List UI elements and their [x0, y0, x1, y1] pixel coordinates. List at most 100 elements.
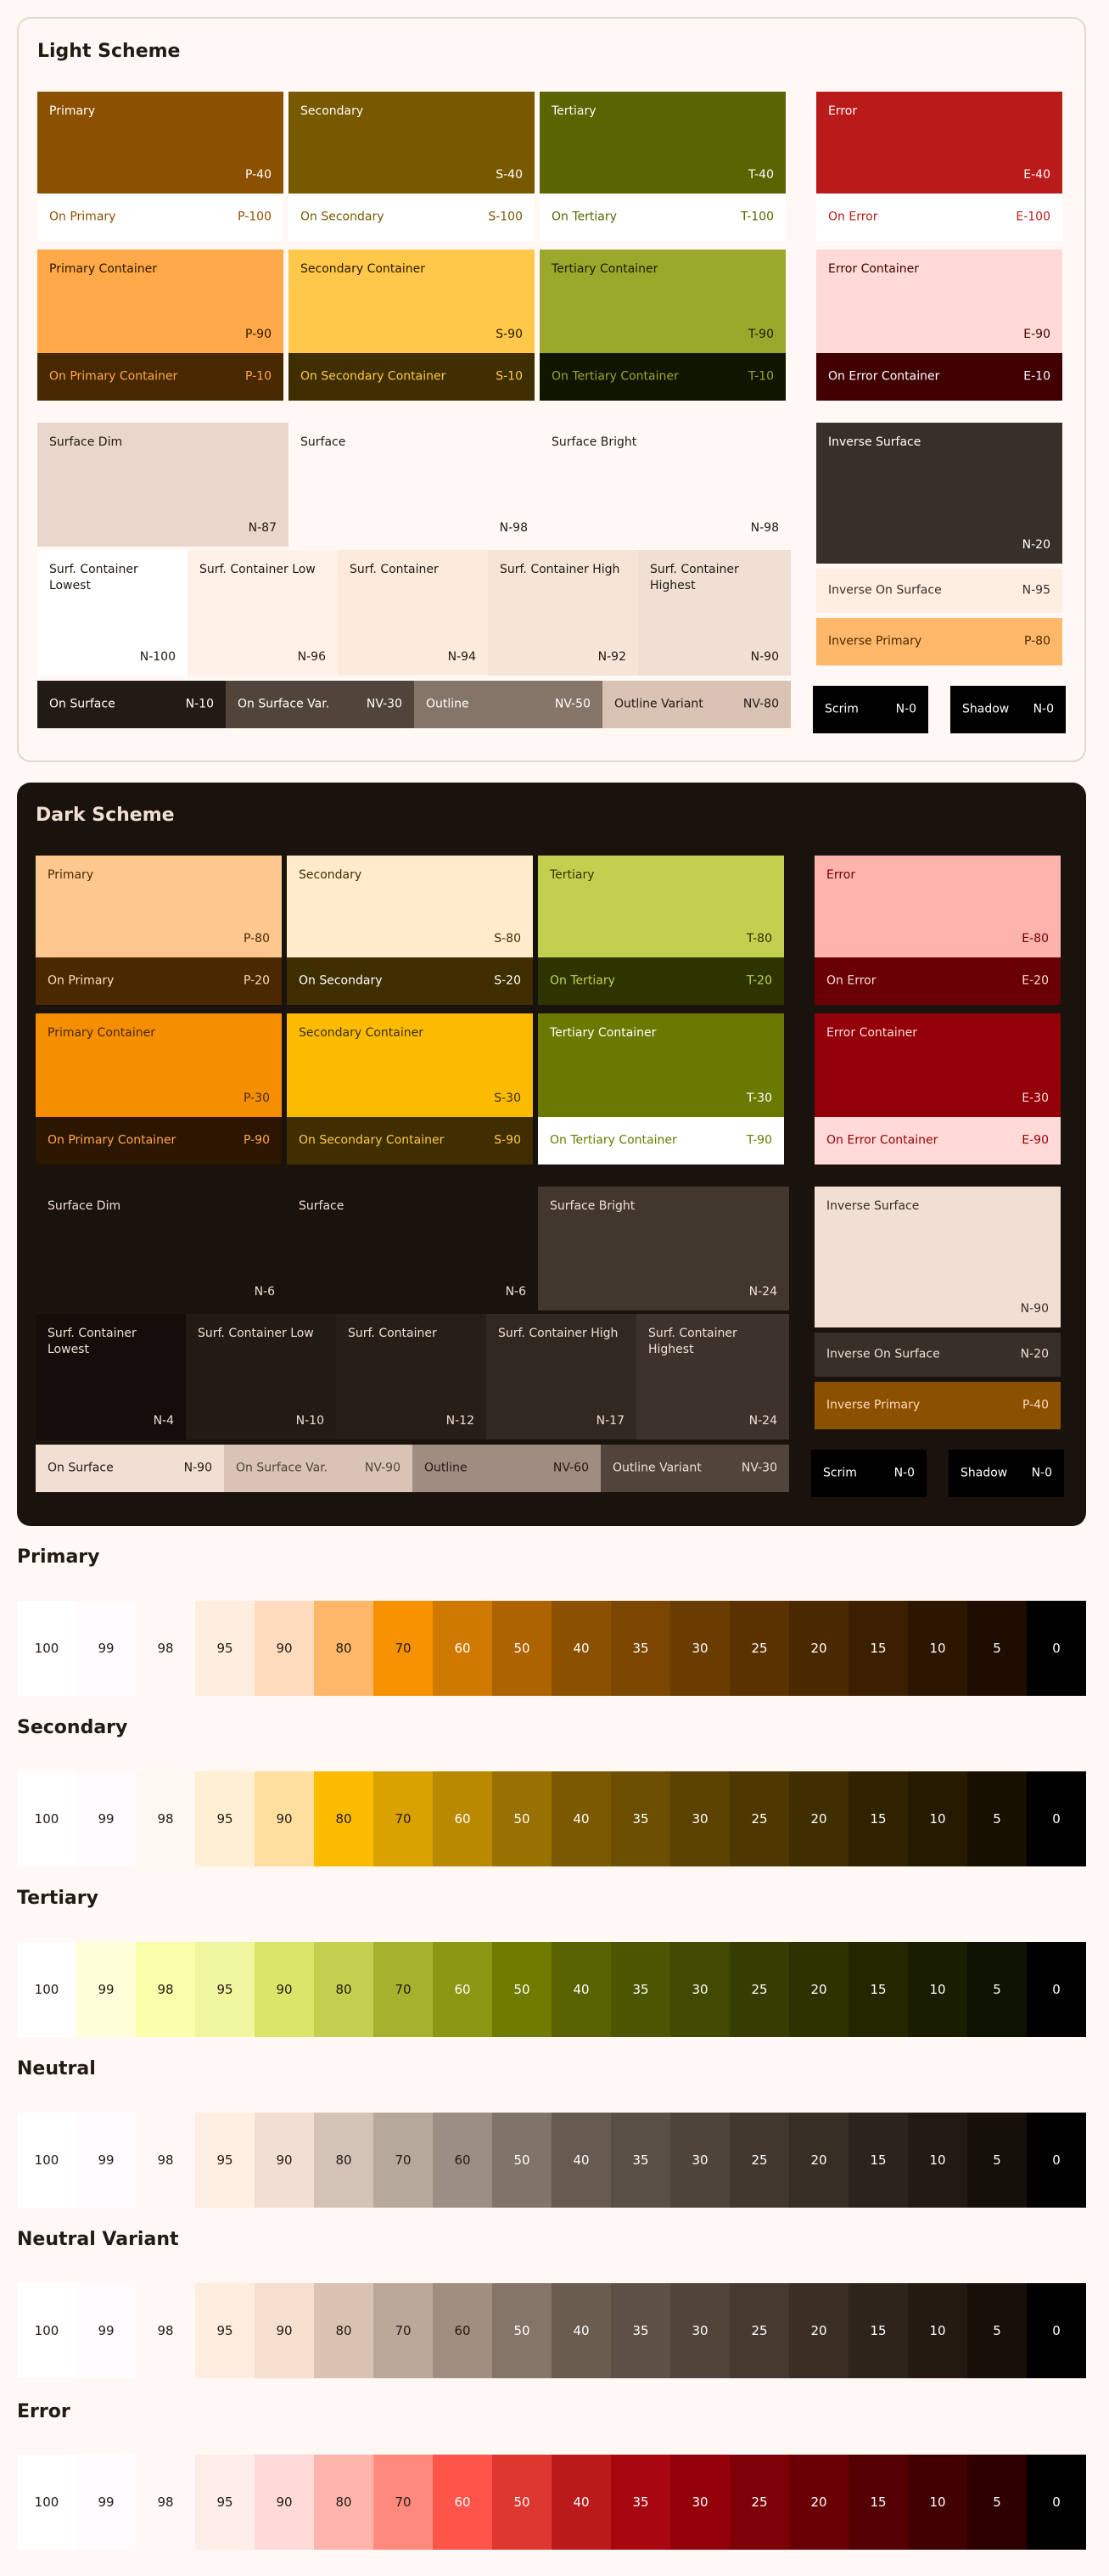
tone-cell-10: 10 — [908, 1771, 967, 1866]
tone-cell-98: 98 — [136, 2455, 195, 2550]
palette-row-neutral-variant: 100 99 98 95 90 80 70 60 50 40 35 30 25 20 15 10 5 0 — [17, 2283, 1086, 2378]
tone-cell-20: 20 — [789, 2113, 849, 2208]
tone-cell-70: 70 — [373, 1771, 433, 1866]
tone-cell-5: 5 — [967, 2113, 1027, 2208]
dark-swatch-surf-container: Surf. Container N-12 — [336, 1314, 486, 1440]
swatch-tone-code: N-94 — [447, 650, 476, 665]
tone-cell-35: 35 — [611, 1942, 670, 2037]
swatch-label: On Secondary Container — [299, 1133, 445, 1148]
swatch-tone-code: NV-30 — [366, 697, 402, 711]
dark-swatch-surf-container-highest: Surf. Container Highest N-24 — [636, 1314, 789, 1440]
swatch-tone-code: T-10 — [748, 369, 774, 384]
swatch-label: Surf. Container Highest — [650, 563, 739, 592]
tone-cell-100: 100 — [17, 1942, 76, 2037]
swatch-label: Surf. Container Low — [199, 563, 316, 576]
swatch-label: Primary Container — [48, 1026, 155, 1040]
dark-swatch-tertiary-container: Tertiary Container T-30 — [538, 1013, 784, 1117]
swatch-tone-code: N-6 — [505, 1285, 526, 1299]
tone-cell-10: 10 — [908, 1942, 967, 2037]
light-swatch-tertiary: Tertiary T-40 — [540, 92, 786, 194]
tone-cell-20: 20 — [789, 1771, 849, 1866]
swatch-label: On Error — [826, 974, 877, 988]
swatch-tone-code: S-80 — [494, 932, 521, 946]
light-swatch-on-error-container: On Error Container E-10 — [816, 353, 1062, 401]
tone-cell-15: 15 — [849, 2113, 908, 2208]
light-swatch-error-container: Error Container E-90 — [816, 250, 1062, 353]
tone-cell-99: 99 — [76, 2455, 136, 2550]
swatch-tone-code: P-80 — [1023, 634, 1050, 648]
tone-cell-90: 90 — [255, 1601, 314, 1696]
swatch-label: On Tertiary Container — [552, 369, 679, 384]
tone-cell-70: 70 — [373, 1942, 433, 2037]
swatch-tone-code: E-100 — [1016, 210, 1050, 224]
swatch-tone-code: P-90 — [243, 1133, 270, 1148]
swatch-tone-code: S-10 — [496, 369, 523, 384]
dark-swatch-on-primary: On Primary P-20 — [36, 957, 282, 1005]
tone-cell-98: 98 — [136, 1771, 195, 1866]
tone-cell-30: 30 — [670, 1601, 730, 1696]
tone-cell-100: 100 — [17, 2455, 76, 2550]
swatch-tone-code: N-6 — [254, 1285, 275, 1299]
light-scheme-panel: Light Scheme Primary P-40 Secondary S-40 Ter… — [17, 17, 1086, 762]
tone-cell-15: 15 — [849, 2455, 908, 2550]
swatch-tone-code: NV-30 — [741, 1461, 777, 1475]
palette-row-neutral: 100 99 98 95 90 80 70 60 50 40 35 30 25 20 15 10 5 0 — [17, 2113, 1086, 2208]
tone-cell-100: 100 — [17, 2113, 76, 2208]
tone-cell-50: 50 — [492, 1601, 552, 1696]
tone-cell-80: 80 — [314, 1771, 373, 1866]
swatch-tone-code: N-0 — [893, 1466, 915, 1480]
swatch-tone-code: N-24 — [748, 1285, 777, 1299]
dark-swatch-error: Error E-80 — [815, 856, 1061, 957]
light-swatch-surface: Surface N-98 — [288, 423, 540, 547]
tone-cell-35: 35 — [611, 2283, 670, 2378]
palette-title-tertiary: Tertiary — [17, 1888, 98, 1909]
swatch-tone-code: N-98 — [499, 521, 528, 536]
dark-swatch-secondary: Secondary S-80 — [287, 856, 533, 957]
swatch-label: Inverse On Surface — [826, 1347, 940, 1361]
dark-swatch-on-primary-container: On Primary Container P-90 — [36, 1117, 282, 1165]
swatch-label: Tertiary — [552, 104, 597, 118]
palette-row-error: 100 99 98 95 90 80 70 60 50 40 35 30 25 20 15 10 5 0 — [17, 2455, 1086, 2550]
light-swatch-on-primary: On Primary P-100 — [37, 194, 283, 241]
swatch-tone-code: N-96 — [297, 650, 326, 665]
tone-cell-15: 15 — [849, 1942, 908, 2037]
swatch-label: Surface — [299, 1199, 344, 1213]
swatch-tone-code: S-30 — [494, 1092, 521, 1106]
tone-cell-98: 98 — [136, 2283, 195, 2378]
light-swatch-on-secondary-container: On Secondary Container S-10 — [288, 353, 535, 401]
tone-cell-99: 99 — [76, 2113, 136, 2208]
swatch-tone-code: P-90 — [244, 328, 272, 342]
swatch-label: On Primary Container — [48, 1133, 176, 1148]
tone-cell-90: 90 — [255, 1771, 314, 1866]
swatch-tone-code: N-90 — [750, 650, 779, 665]
swatch-label: On Tertiary Container — [550, 1133, 677, 1148]
light-swatch-on-primary-container: On Primary Container P-10 — [37, 353, 283, 401]
tone-cell-98: 98 — [136, 1942, 195, 2037]
tone-cell-80: 80 — [314, 1601, 373, 1696]
tone-cell-0: 0 — [1027, 2113, 1086, 2208]
tone-cell-5: 5 — [967, 1771, 1027, 1866]
swatch-tone-code: N-87 — [248, 521, 277, 536]
tone-cell-100: 100 — [17, 1771, 76, 1866]
swatch-label: Tertiary Container — [550, 1026, 657, 1040]
light-swatch-on-tertiary-container: On Tertiary Container T-10 — [540, 353, 786, 401]
swatch-label: Surface Bright — [550, 1199, 636, 1213]
light-swatch-inverse-on-surface: Inverse On Surface N-95 — [816, 569, 1062, 613]
swatch-label: Secondary — [300, 104, 364, 118]
swatch-label: Tertiary Container — [552, 262, 658, 276]
swatch-label: Surf. Container Lowest — [49, 563, 138, 592]
swatch-tone-code: T-20 — [746, 974, 772, 988]
tone-cell-90: 90 — [255, 2283, 314, 2378]
swatch-label: Inverse Primary — [828, 634, 922, 648]
tone-cell-60: 60 — [433, 2113, 492, 2208]
tone-cell-40: 40 — [552, 1942, 611, 2037]
swatch-tone-code: T-100 — [740, 210, 774, 224]
tone-cell-30: 30 — [670, 1942, 730, 2037]
dark-swatch-surface-bright: Surface Bright N-24 — [538, 1187, 789, 1310]
tone-cell-35: 35 — [611, 1601, 670, 1696]
tone-cell-10: 10 — [908, 2455, 967, 2550]
swatch-label: Error Container — [826, 1026, 917, 1040]
swatch-tone-code: P-40 — [244, 168, 272, 182]
tone-cell-100: 100 — [17, 1601, 76, 1696]
dark-swatch-inverse-surface: Inverse Surface N-90 — [815, 1187, 1061, 1327]
